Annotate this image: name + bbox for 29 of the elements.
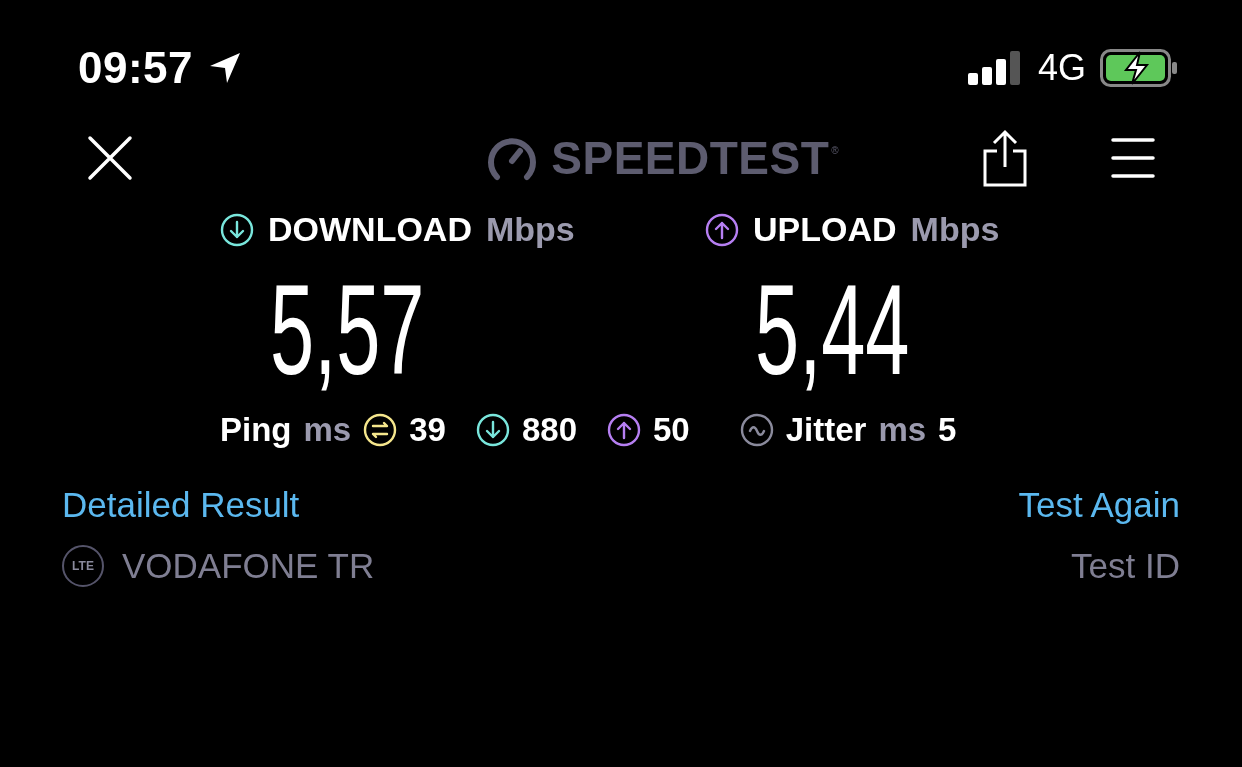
speedometer-logo-icon: [487, 135, 538, 181]
network-type: 4G: [1037, 47, 1086, 89]
unit-label: Mbps: [485, 210, 575, 249]
speed-value: 5,57: [270, 257, 425, 403]
close-button[interactable]: [86, 134, 134, 182]
jitter-label: Jitter: [785, 410, 867, 449]
latency-value: 50: [653, 410, 690, 449]
registered-mark: ®: [831, 145, 839, 156]
speed-value: 5,44: [755, 257, 910, 403]
result-label: DOWNLOAD: [268, 210, 472, 249]
jitter-value: 5: [938, 410, 957, 449]
latency-value: 39: [409, 410, 446, 449]
unit-label: Mbps: [910, 210, 1000, 249]
clock-time: 09:57: [78, 43, 194, 93]
share-button[interactable]: [982, 129, 1028, 187]
ping-label: Ping: [220, 410, 292, 449]
result-label: UPLOAD: [753, 210, 897, 249]
provider-name: VODAFONE TR: [122, 545, 375, 586]
test-id-label: Test ID: [1071, 545, 1180, 586]
lte-badge: LTE: [62, 544, 104, 587]
unit-label: ms: [303, 410, 352, 449]
detailed-result-link[interactable]: Detailed Result: [62, 484, 300, 525]
wave-circle-icon: [739, 412, 774, 447]
test-again-link[interactable]: Test Again: [1018, 484, 1180, 525]
unit-label: ms: [878, 410, 927, 449]
latency-value: 880: [521, 410, 577, 449]
menu-button[interactable]: [1110, 136, 1156, 180]
speedtest-logo-text: SPEEDTEST: [551, 131, 830, 185]
charging-battery-icon: [1100, 49, 1178, 87]
